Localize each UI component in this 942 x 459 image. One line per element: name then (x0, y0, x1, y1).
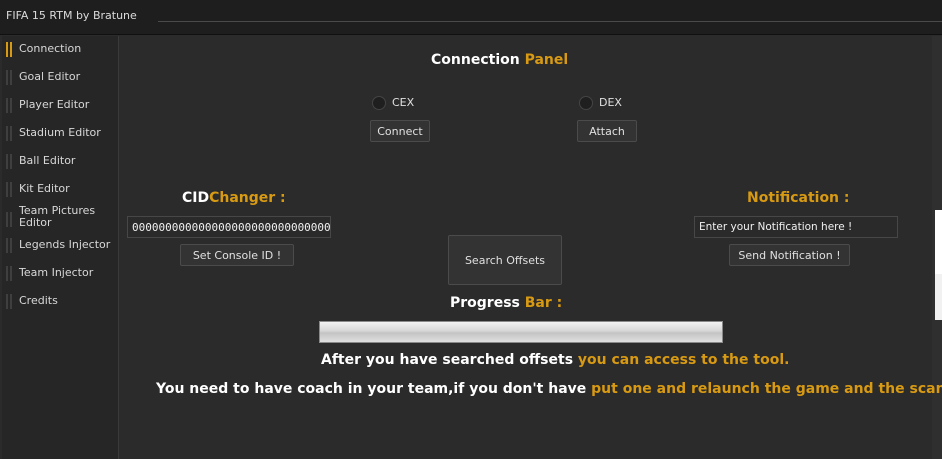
attach-button[interactable]: Attach (577, 120, 637, 142)
info-message-1: After you have searched offsets you can … (321, 352, 789, 368)
sidebar-item-goal-editor[interactable]: Goal Editor (2, 64, 118, 90)
sidebar-item-stadium-editor[interactable]: Stadium Editor (2, 120, 118, 146)
title-divider (158, 21, 942, 22)
message-accent-text: put one and relaunch the game and the sc… (591, 381, 942, 397)
sidebar-item-label: Ball Editor (19, 154, 76, 167)
message-text: You need to have coach in your team,if y… (156, 381, 587, 397)
cex-radio[interactable] (372, 96, 386, 110)
indicator-icon (6, 98, 12, 113)
cid-changer-heading: CIDChanger : (182, 190, 286, 206)
heading-text: Progress (450, 295, 520, 311)
indicator-icon (6, 154, 12, 169)
indicator-icon (6, 266, 12, 281)
sidebar: Connection Goal Editor Player Editor Sta… (2, 36, 119, 459)
sidebar-item-connection[interactable]: Connection (2, 36, 118, 62)
sidebar-item-credits[interactable]: Credits (2, 288, 118, 314)
sidebar-item-team-injector[interactable]: Team Injector (2, 260, 118, 286)
dex-label: DEX (599, 96, 622, 109)
heading-text: CID (182, 190, 210, 206)
heading-text: Connection (431, 52, 520, 68)
sidebar-item-player-editor[interactable]: Player Editor (2, 92, 118, 118)
heading-accent-text: Changer : (209, 190, 286, 206)
indicator-icon (6, 70, 12, 85)
indicator-icon (6, 182, 12, 197)
sidebar-item-label: Credits (19, 294, 58, 307)
connection-panel-heading: Connection Panel (431, 52, 568, 68)
background-window-fragment (935, 274, 942, 320)
cid-input[interactable]: 000000000000000000000000000000000 (127, 216, 331, 238)
sidebar-item-team-pictures-editor[interactable]: Team Pictures Editor (2, 202, 118, 236)
indicator-icon (6, 238, 12, 253)
progress-bar-heading: Progress Bar : (450, 295, 562, 311)
sidebar-item-label: Stadium Editor (19, 126, 101, 139)
sidebar-item-label: Team Injector (19, 266, 94, 279)
notification-heading: Notification : (747, 190, 850, 206)
connect-button[interactable]: Connect (370, 120, 430, 142)
send-notification-button[interactable]: Send Notification ! (729, 244, 850, 266)
message-accent-text: you can access to the tool. (577, 352, 790, 368)
sidebar-item-label: Player Editor (19, 98, 90, 111)
title-bar: FIFA 15 RTM by Bratune (0, 0, 942, 35)
active-indicator-icon (6, 42, 12, 57)
message-text: After you have searched offsets (321, 352, 574, 368)
sidebar-item-legends-injector[interactable]: Legends Injector (2, 232, 118, 258)
sidebar-item-label: Legends Injector (19, 238, 111, 251)
heading-accent-text: Bar : (524, 295, 563, 311)
notification-input[interactable]: Enter your Notification here ! (694, 216, 898, 238)
indicator-icon (6, 294, 12, 309)
sidebar-item-label: Team Pictures Editor (19, 204, 96, 229)
set-console-id-button[interactable]: Set Console ID ! (180, 244, 294, 266)
sidebar-item-kit-editor[interactable]: Kit Editor (2, 176, 118, 202)
window-title: FIFA 15 RTM by Bratune (6, 9, 137, 22)
dex-radio[interactable] (579, 96, 593, 110)
progress-bar (319, 321, 723, 343)
sidebar-item-label: Connection (19, 42, 82, 55)
indicator-icon (6, 212, 12, 227)
search-offsets-button[interactable]: Search Offsets (448, 235, 562, 285)
background-window-fragment (935, 210, 942, 274)
sidebar-item-label: Kit Editor (19, 182, 70, 195)
info-message-2: You need to have coach in your team,if y… (156, 381, 942, 397)
sidebar-item-label: Goal Editor (19, 70, 81, 83)
heading-accent-text: Panel (524, 52, 569, 68)
cex-label: CEX (392, 96, 415, 109)
sidebar-item-ball-editor[interactable]: Ball Editor (2, 148, 118, 174)
indicator-icon (6, 126, 12, 141)
